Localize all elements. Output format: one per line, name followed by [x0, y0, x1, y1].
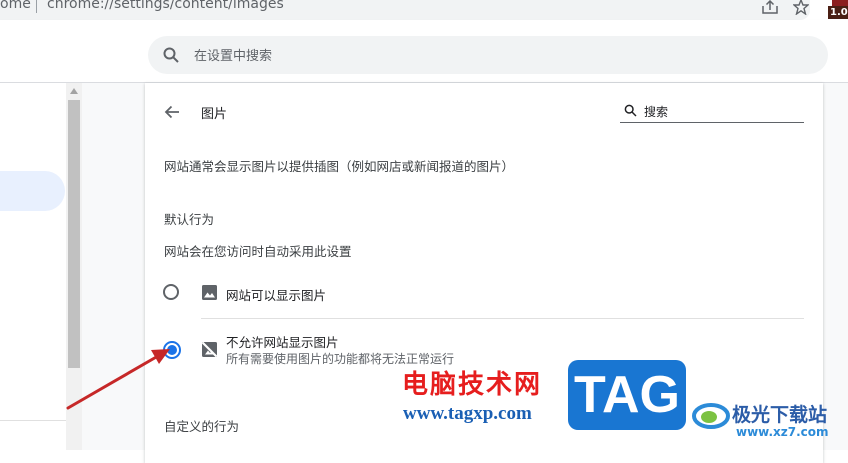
url-text[interactable]: chrome://settings/content/images: [47, 0, 284, 12]
xz7-logo-icon: [692, 403, 730, 429]
page-description: 网站通常会显示图片以提供插图（例如网店或新闻报道的图片）: [164, 159, 515, 174]
settings-sidebar: [0, 83, 66, 450]
sidebar-item-active[interactable]: [0, 171, 65, 211]
search-icon: [624, 104, 637, 117]
search-input[interactable]: 在设置中搜索: [194, 45, 272, 64]
share-icon[interactable]: [762, 0, 778, 14]
section-heading-default: 默认行为: [164, 212, 215, 227]
image-off-icon: [201, 341, 218, 358]
back-arrow-icon[interactable]: [163, 103, 181, 121]
page-title: 图片: [201, 107, 228, 122]
extension-badge[interactable]: 1.00: [828, 6, 848, 19]
tag-logo-text: TAG: [574, 366, 680, 424]
url-origin-text: ome: [0, 0, 31, 12]
watermark-secondary-url: www.xz7.com: [736, 425, 829, 439]
url-separator: [36, 0, 37, 13]
option-divider: [201, 318, 804, 319]
watermark-secondary-name: 极光下载站: [732, 404, 828, 426]
section-heading-custom: 自定义的行为: [164, 419, 240, 434]
option-label-allow[interactable]: 网站可以显示图片: [226, 285, 326, 304]
option-label-block[interactable]: 不允许网站显示图片: [226, 332, 339, 351]
watermark-site-name: 电脑技术网: [402, 370, 543, 400]
scroll-up-arrow-icon[interactable]: [70, 88, 78, 94]
image-icon: [202, 285, 217, 300]
site-search-input[interactable]: 搜索: [644, 103, 668, 120]
section-subtext: 网站会在您访问时自动采用此设置: [164, 244, 352, 259]
watermark-site-url: www.tagxp.com: [403, 403, 532, 424]
annotation-arrow-icon: [66, 349, 170, 410]
bookmark-star-icon[interactable]: [793, 0, 809, 15]
radio-allow-images[interactable]: [163, 284, 179, 300]
scrollbar-thumb[interactable]: [68, 100, 80, 368]
search-underline: [620, 122, 804, 123]
search-icon: [163, 47, 179, 63]
sidebar-divider: [0, 420, 66, 421]
